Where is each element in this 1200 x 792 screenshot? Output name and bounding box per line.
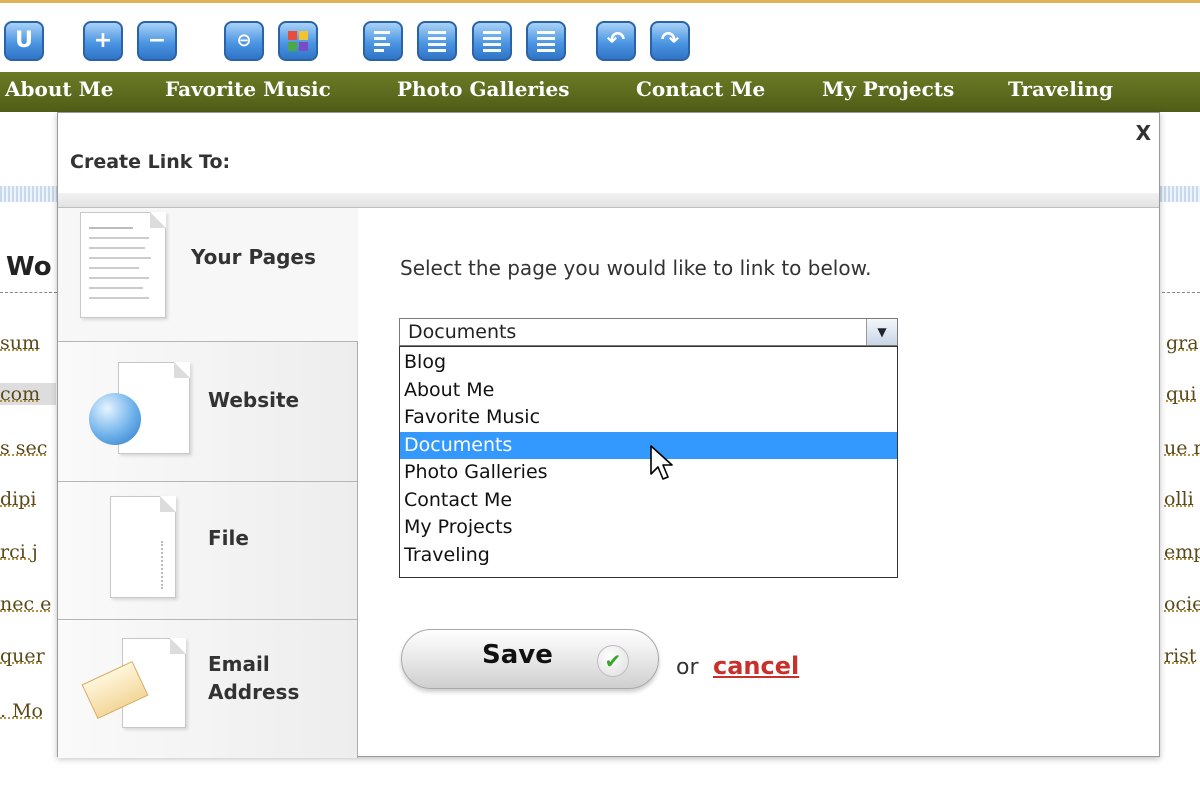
page-select[interactable]: Documents ▼ bbox=[399, 318, 898, 346]
background-text-fragment: nec e bbox=[0, 593, 52, 615]
underline-button[interactable]: U bbox=[4, 21, 44, 61]
background-text-fragment: . Mo bbox=[0, 700, 43, 722]
globe-document-icon bbox=[89, 362, 190, 454]
document-page-icon bbox=[80, 212, 166, 318]
align-justify-button[interactable] bbox=[526, 21, 566, 61]
site-nav: About Me Favorite Music Photo Galleries … bbox=[0, 72, 1200, 112]
background-text-fragment: sum bbox=[0, 332, 41, 354]
background-text-fragment: qui bbox=[1166, 383, 1197, 405]
dialog-header-divider bbox=[58, 193, 1159, 208]
plus-icon: + bbox=[93, 28, 113, 53]
tab-your-pages[interactable]: Your Pages bbox=[58, 208, 358, 342]
underline-icon: U bbox=[15, 28, 33, 53]
nav-item-traveling[interactable]: Traveling bbox=[1008, 72, 1113, 107]
dropdown-option[interactable]: Favorite Music bbox=[400, 404, 897, 432]
background-text-fragment: ocie bbox=[1164, 593, 1200, 615]
blank-file-icon bbox=[110, 496, 176, 598]
align-center-icon bbox=[428, 31, 446, 55]
align-left-button[interactable] bbox=[363, 21, 403, 61]
mouse-cursor-icon bbox=[650, 445, 673, 480]
tab-file[interactable]: File bbox=[58, 482, 358, 620]
create-link-dialog: Create Link To: X Your Pages Website Fil… bbox=[57, 112, 1160, 758]
nav-item-favorite-music[interactable]: Favorite Music bbox=[165, 72, 331, 107]
nav-item-my-projects[interactable]: My Projects bbox=[822, 72, 954, 107]
nav-item-contact-me[interactable]: Contact Me bbox=[636, 72, 765, 107]
close-icon[interactable]: X bbox=[1136, 121, 1151, 145]
tab-website[interactable]: Website bbox=[58, 342, 358, 482]
chevron-down-icon[interactable]: ▼ bbox=[866, 319, 897, 345]
align-right-icon bbox=[483, 31, 501, 55]
color-picker-button[interactable] bbox=[278, 21, 318, 61]
background-text-fragment: gra bbox=[1166, 332, 1199, 354]
background-divider-right bbox=[1160, 186, 1200, 202]
background-heading: Wo bbox=[6, 252, 52, 282]
background-text-fragment: com bbox=[0, 383, 56, 405]
instruction-text: Select the page you would like to link t… bbox=[400, 256, 872, 280]
save-button[interactable]: Save ✔ bbox=[401, 629, 659, 689]
align-left-icon bbox=[374, 31, 392, 55]
background-divider-left bbox=[0, 186, 57, 202]
align-justify-icon bbox=[537, 31, 555, 55]
remove-button[interactable]: − bbox=[137, 21, 177, 61]
color-grid-icon bbox=[288, 31, 308, 51]
align-right-button[interactable] bbox=[472, 21, 512, 61]
nav-item-photo-galleries[interactable]: Photo Galleries bbox=[397, 72, 570, 107]
nav-item-about-me[interactable]: About Me bbox=[5, 72, 113, 107]
undo-button[interactable]: ↶ bbox=[596, 21, 636, 61]
dropdown-option[interactable]: About Me bbox=[400, 377, 897, 405]
dialog-title: Create Link To: bbox=[70, 151, 231, 173]
tab-label: Email Address bbox=[208, 652, 300, 704]
dropdown-option[interactable]: My Projects bbox=[400, 514, 897, 542]
redo-icon: ↷ bbox=[660, 28, 680, 53]
tab-label: Website bbox=[208, 388, 300, 412]
strikethrough-button[interactable]: ⊖ bbox=[224, 21, 264, 61]
add-button[interactable]: + bbox=[83, 21, 123, 61]
background-text-fragment: s sec bbox=[0, 437, 48, 459]
checkmark-icon: ✔ bbox=[597, 645, 629, 677]
or-text: or bbox=[676, 655, 699, 680]
dropdown-option[interactable]: Blog bbox=[400, 349, 897, 377]
tab-label: Your Pages bbox=[191, 245, 316, 269]
editor-toolbar: U + − ⊖ ↶ ↷ bbox=[0, 0, 1200, 72]
background-text-fragment: emp bbox=[1164, 541, 1200, 563]
redo-button[interactable]: ↷ bbox=[650, 21, 690, 61]
envelope-document-icon bbox=[81, 638, 186, 728]
background-text-fragment: dipi bbox=[0, 488, 37, 510]
align-center-button[interactable] bbox=[417, 21, 457, 61]
background-heading-rule-right bbox=[1162, 292, 1200, 293]
minus-icon: − bbox=[147, 28, 167, 53]
background-heading-rule-left bbox=[0, 292, 57, 293]
background-text-fragment: rci j bbox=[0, 541, 38, 563]
background-text-fragment: olli bbox=[1164, 488, 1194, 510]
undo-icon: ↶ bbox=[606, 28, 626, 53]
background-text-fragment: quer bbox=[0, 645, 45, 667]
cancel-link[interactable]: cancel bbox=[713, 652, 799, 680]
dialog-header: Create Link To: X bbox=[58, 113, 1159, 193]
select-value: Documents bbox=[408, 321, 517, 343]
background-text-fragment: ue r bbox=[1164, 437, 1200, 459]
save-label: Save bbox=[482, 640, 553, 670]
dropdown-option[interactable]: Traveling bbox=[400, 542, 897, 570]
dropdown-option[interactable]: Contact Me bbox=[400, 487, 897, 515]
background-text-fragment: rist bbox=[1164, 645, 1197, 667]
strikethrough-icon: ⊖ bbox=[236, 30, 252, 51]
tab-email-address[interactable]: Email Address bbox=[58, 620, 358, 758]
tab-label: File bbox=[208, 526, 249, 550]
